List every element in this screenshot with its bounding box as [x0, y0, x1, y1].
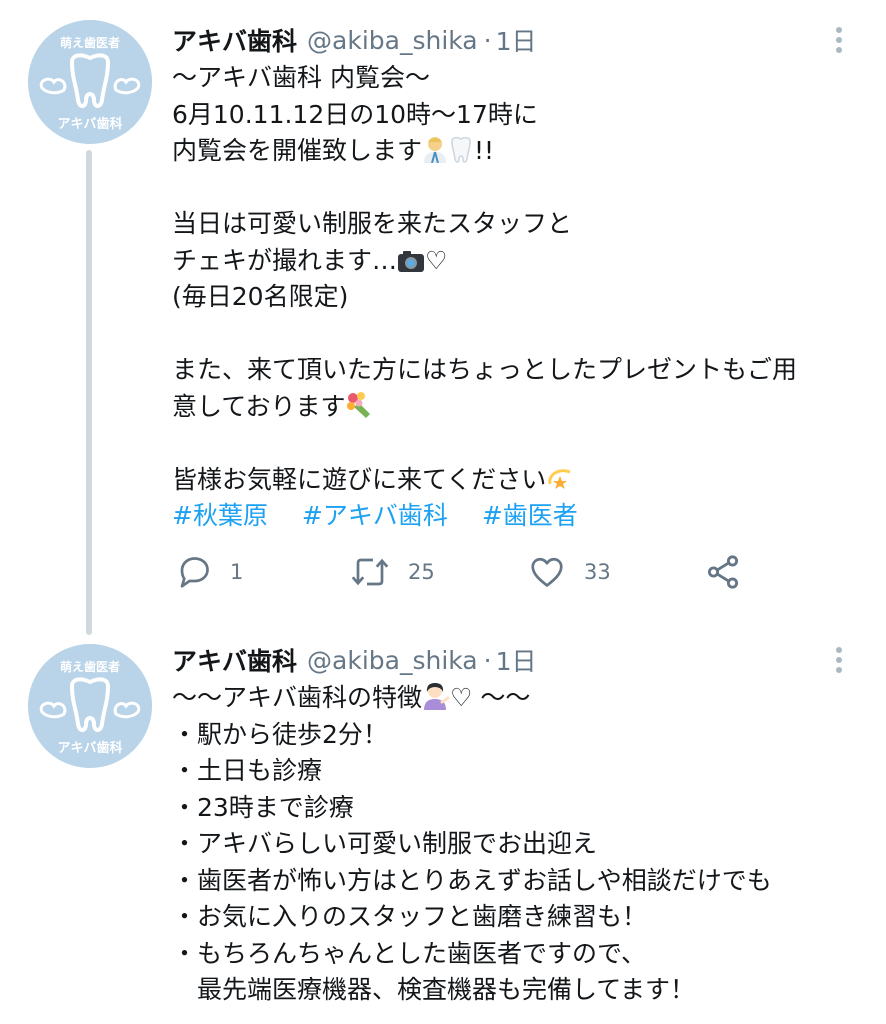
text-line: 〜アキバ歯科 内覧会〜: [172, 63, 430, 92]
retweet-button[interactable]: 25: [350, 548, 435, 596]
text-segment: チェキが撮れます…: [172, 245, 398, 275]
text-line: 〜〜アキバ歯科の特徴 ♡ 〜〜: [172, 680, 862, 717]
text-line: 6月10.11.12日の10時〜17時に: [172, 99, 538, 129]
text-line: (毎日20名限定): [172, 282, 349, 311]
tooth-logo: 萌え歯医者 アキバ歯科: [28, 20, 152, 144]
text-line: 内覧会を開催致します!!: [172, 133, 862, 170]
tweet-text: 〜アキバ歯科 内覧会〜 6月10.11.12日の10時〜17時に 内覧会を開催致…: [172, 60, 862, 498]
avatar-top-text: 萌え歯医者: [60, 35, 120, 50]
text-line: 当日は可愛い制服を来たスタッフと: [172, 209, 573, 238]
display-name[interactable]: アキバ歯科: [172, 22, 297, 58]
text-line: ・駅から徒歩2分！: [172, 719, 388, 749]
reply-icon: [180, 557, 209, 588]
text-segment: 内覧会を開催致します: [172, 136, 423, 165]
tweet-actions: 1 25 33: [172, 548, 772, 598]
tweet-content: アキバ歯科 @akiba_shika · 1日 〜アキバ歯科 内覧会〜 6月10…: [172, 20, 862, 535]
more-icon[interactable]: [832, 644, 846, 678]
share-button[interactable]: [704, 548, 742, 596]
timestamp[interactable]: 1日: [496, 22, 537, 58]
separator: ·: [483, 25, 492, 55]
like-button[interactable]: 33: [528, 548, 611, 596]
user-handle[interactable]: @akiba_shika: [307, 646, 478, 675]
thread-line: [86, 150, 92, 635]
text-segment: 皆様お気軽に遊びに来てください: [172, 464, 547, 494]
bouquet-emoji-icon: [346, 391, 370, 418]
timestamp[interactable]: 1日: [496, 642, 537, 678]
tweet-header: アキバ歯科 @akiba_shika · 1日: [172, 640, 862, 680]
avatar[interactable]: 萌え歯医者 アキバ歯科: [28, 20, 152, 144]
retweet-count: 25: [408, 560, 435, 584]
text-line: ・アキバらしい可愛い制服でお出迎え: [172, 829, 598, 858]
hashtag-link[interactable]: #歯医者: [482, 501, 578, 530]
like-icon: [531, 557, 563, 587]
reply-button[interactable]: 1: [176, 548, 243, 596]
hashtag-list: #秋葉原 #アキバ歯科 #歯医者: [172, 498, 862, 535]
separator: ·: [483, 645, 492, 675]
text-line: 皆様お気軽に遊びに来てください: [172, 462, 862, 499]
doctor-emoji-icon: [424, 137, 447, 163]
tooth-logo: 萌え歯医者 アキバ歯科: [28, 644, 152, 768]
text-segment: ♡: [425, 245, 448, 275]
dizzy-star-emoji-icon: [548, 468, 571, 489]
tweet[interactable]: 萌え歯医者 アキバ歯科 アキバ歯科 @akiba_shika · 1日 〜アキバ…: [0, 0, 886, 635]
text-segment: 〜〜アキバ歯科の特徴: [172, 683, 423, 712]
hashtag-link[interactable]: #秋葉原: [172, 501, 268, 530]
avatar-bottom-text: アキバ歯科: [57, 740, 122, 756]
tweet-header: アキバ歯科 @akiba_shika · 1日: [172, 20, 862, 60]
text-segment: 意しております: [172, 391, 346, 421]
tweet-content: アキバ歯科 @akiba_shika · 1日 〜〜アキバ歯科の特徴 ♡ 〜〜 ・…: [172, 640, 862, 1009]
text-line: ・23時まで診療: [172, 792, 354, 822]
text-line: 最先端医療機器、検査機器も完備してます！: [172, 975, 696, 1004]
text-segment: !!: [474, 136, 495, 165]
like-count: 33: [584, 560, 611, 584]
tweet[interactable]: 萌え歯医者 アキバ歯科 アキバ歯科 @akiba_shika · 1日 〜〜アキ…: [0, 630, 886, 1024]
woman-tipping-hand-emoji-icon: [424, 683, 450, 710]
text-segment: ♡ 〜〜: [450, 683, 531, 712]
more-icon[interactable]: [832, 24, 846, 58]
avatar-top-text: 萌え歯医者: [60, 659, 120, 674]
share-icon: [707, 555, 739, 589]
text-line: [172, 425, 862, 462]
tweet-text: 〜〜アキバ歯科の特徴 ♡ 〜〜 ・駅から徒歩2分！ ・土日も診療 ・23時まで診療…: [172, 680, 862, 1009]
text-line: チェキが撮れます… ♡: [172, 243, 862, 280]
hashtag-link[interactable]: #アキバ歯科: [302, 501, 448, 530]
text-line: ・もちろんちゃんとした歯医者ですので、: [172, 938, 647, 968]
text-line: ・歯医者が怖い方はとりあえずお話しや相談だけでも: [172, 865, 772, 895]
avatar-bottom-text: アキバ歯科: [57, 116, 122, 132]
text-line: [172, 170, 862, 207]
text-line: [172, 316, 862, 353]
avatar[interactable]: 萌え歯医者 アキバ歯科: [28, 644, 152, 768]
user-handle[interactable]: @akiba_shika: [307, 26, 478, 55]
text-line: また、来て頂いた方にはちょっとしたプレゼントもご用: [172, 355, 798, 384]
display-name[interactable]: アキバ歯科: [172, 642, 297, 678]
text-line: ・土日も診療: [172, 756, 323, 785]
reply-count: 1: [230, 560, 244, 584]
tooth-emoji-icon: [451, 136, 471, 163]
retweet-icon: [351, 558, 389, 586]
camera-emoji-icon: [398, 250, 425, 272]
text-line: 意しております: [172, 389, 862, 426]
text-line: ・お気に入りのスタッフと歯磨き練習も！: [172, 902, 648, 931]
